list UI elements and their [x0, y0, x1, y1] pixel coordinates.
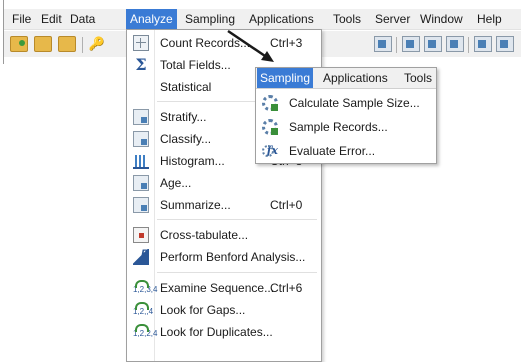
popup-item-sample-records[interactable]: Sample Records...	[256, 115, 436, 139]
tab-sampling[interactable]: Sampling	[257, 68, 314, 88]
popup-item-calculate-sample-size[interactable]: Calculate Sample Size...	[256, 91, 436, 115]
popup-item-label: Evaluate Error...	[289, 144, 376, 158]
evaluate-error-icon: fx	[262, 143, 278, 159]
sample-records-icon	[262, 119, 278, 135]
calculate-sample-size-icon	[262, 95, 278, 111]
popup-item-label: Calculate Sample Size...	[289, 96, 420, 110]
annotation-arrow	[227, 29, 274, 62]
popup-item-label: Sample Records...	[289, 120, 388, 134]
popup-item-evaluate-error[interactable]: fx Evaluate Error...	[256, 139, 436, 163]
tab-tools[interactable]: Tools	[401, 68, 435, 88]
tab-applications[interactable]: Applications	[320, 68, 391, 88]
popup-tab-bar: Sampling Applications Tools	[256, 68, 436, 89]
sampling-popup: Sampling Applications Tools Calculate Sa…	[255, 67, 437, 164]
